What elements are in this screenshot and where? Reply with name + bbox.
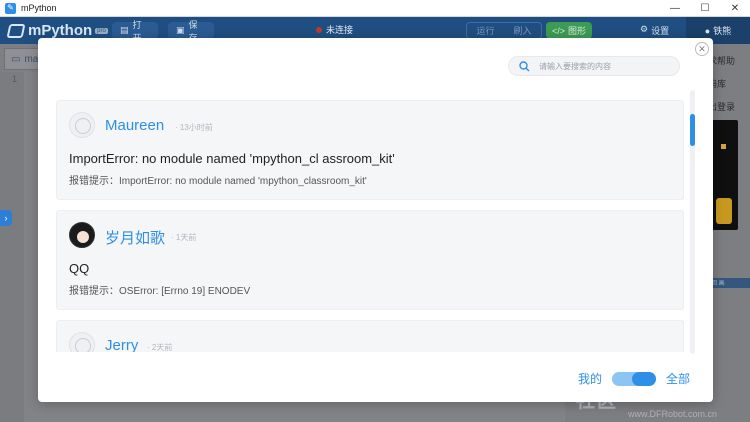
app-logo: mPython pro: [6, 22, 108, 39]
status-dot-icon: [316, 26, 322, 33]
list-item[interactable]: 岁月如歌 · 1天前 QQ 报错提示：OSError: [Errno 19] E…: [56, 210, 684, 310]
logout-menu-item[interactable]: 出登录: [708, 96, 750, 119]
avatar: [69, 112, 95, 138]
post-list: Maureen · 13小时前 ImportError: no module n…: [56, 100, 684, 352]
window-controls: — ☐ ✕: [660, 0, 750, 17]
gold-pad-icon: [716, 198, 732, 224]
mine-filter-label[interactable]: 我的: [578, 370, 602, 387]
logo-badge: pro: [95, 27, 108, 34]
window-title: mPython: [21, 3, 57, 13]
right-menu: 求帮助 码库 出登录: [708, 50, 750, 119]
scrollbar-thumb[interactable]: [690, 114, 695, 146]
minimize-button[interactable]: —: [660, 0, 690, 17]
avatar: [69, 332, 95, 352]
run-flash-group: 运行 刷入: [466, 22, 542, 39]
window-title-bar: ✎ mPython — ☐ ✕: [0, 0, 750, 17]
post-error-detail: 报错提示：OSError: [Errno 19] ENODEV: [69, 286, 251, 297]
post-author[interactable]: Jerry: [105, 337, 138, 352]
led-icon: [721, 144, 726, 149]
post-time: · 13小时前: [175, 123, 213, 132]
graph-mode-button[interactable]: </> 图形: [546, 22, 592, 39]
post-author[interactable]: Maureen: [105, 117, 164, 134]
file-tab-label: ma: [24, 53, 39, 65]
post-time: · 2天前: [147, 343, 173, 352]
dialog-close-button[interactable]: ✕: [695, 42, 709, 56]
list-item[interactable]: Jerry · 2天前: [56, 320, 684, 352]
list-scrollbar[interactable]: [690, 90, 695, 354]
flash-button[interactable]: 刷入: [513, 24, 531, 37]
search-icon: [509, 60, 539, 72]
expand-panel-handle[interactable]: ›: [0, 210, 12, 226]
logo-text: mPython: [28, 22, 93, 39]
maximize-button[interactable]: ☐: [690, 0, 720, 17]
settings-label: 设置: [651, 26, 670, 36]
app-icon: ✎: [5, 2, 16, 14]
post-time: · 1天前: [171, 233, 197, 242]
chevron-right-icon: ›: [4, 213, 8, 223]
watermark-url: www.DFRobot.com.cn: [628, 409, 718, 419]
settings-button[interactable]: ⚙ 设置: [640, 24, 669, 37]
line-number: 1: [12, 74, 18, 84]
folder-icon: ▤: [120, 25, 129, 35]
file-icon: ▭: [11, 53, 21, 65]
logo-mark-icon: [6, 23, 26, 38]
connection-status[interactable]: 未连接: [316, 23, 353, 36]
error-feed-dialog: ✕ Maureen · 13小时前 ImportError: no module…: [38, 38, 713, 402]
graph-label: 图形: [568, 26, 587, 36]
search-input[interactable]: [539, 61, 669, 71]
user-label: 铁熊: [713, 26, 732, 36]
filter-footer: 我的 全部: [578, 370, 690, 387]
gear-icon: ⚙: [640, 24, 649, 34]
post-author[interactable]: 岁月如歌: [105, 227, 165, 248]
save-icon: ▣: [176, 25, 185, 35]
open-button[interactable]: ▤ 打开: [112, 20, 158, 43]
line-gutter: 1: [0, 72, 24, 422]
post-message: ImportError: no module named 'mpython_cl…: [69, 151, 395, 166]
save-button[interactable]: ▣ 保存: [168, 20, 214, 43]
device-preview: [712, 120, 738, 230]
connection-label: 未连接: [326, 25, 354, 35]
help-menu-item[interactable]: 求帮助: [708, 50, 750, 73]
post-error-detail: 报错提示：ImportError: no module named 'mpyth…: [69, 176, 367, 187]
code-icon: </>: [551, 25, 565, 36]
post-message: QQ: [69, 261, 90, 276]
list-item[interactable]: Maureen · 13小时前 ImportError: no module n…: [56, 100, 684, 200]
mine-all-toggle[interactable]: [612, 371, 657, 386]
run-button[interactable]: 运行: [476, 24, 494, 37]
library-menu-item[interactable]: 码库: [708, 73, 750, 96]
all-filter-label[interactable]: 全部: [666, 370, 690, 387]
close-window-button[interactable]: ✕: [720, 0, 750, 17]
mini-toolbar: 回 画: [708, 278, 750, 288]
avatar: [69, 222, 95, 248]
user-icon: ●: [704, 25, 711, 36]
search-box: [508, 56, 680, 76]
toggle-knob: [632, 371, 657, 386]
close-icon: ✕: [698, 43, 706, 54]
